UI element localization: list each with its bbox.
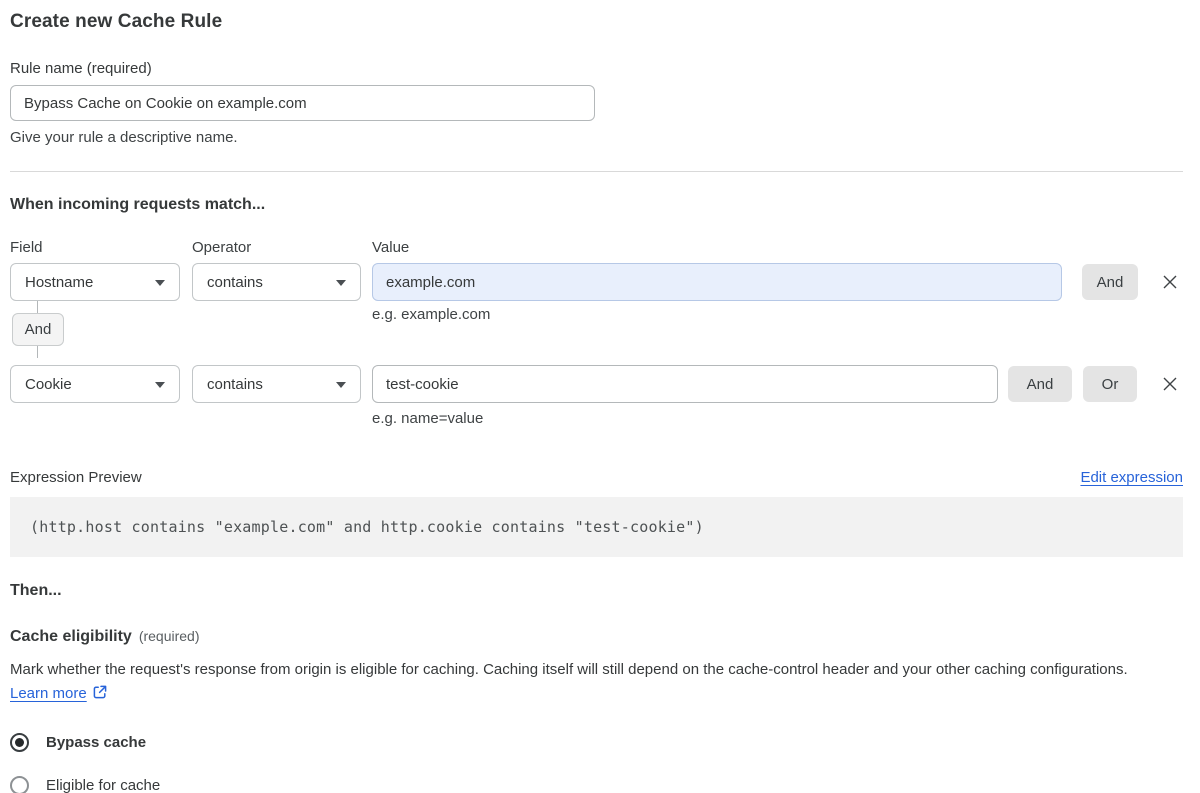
radio-option-bypass-cache[interactable]: Bypass cache xyxy=(10,733,1183,752)
value-input[interactable] xyxy=(372,365,998,403)
expression-preview-label: Expression Preview xyxy=(10,469,142,486)
chevron-down-icon xyxy=(155,382,165,388)
and-connector-button[interactable]: And xyxy=(12,313,64,346)
chevron-down-icon xyxy=(336,280,346,286)
create-cache-rule-page: Create new Cache Rule Rule name (require… xyxy=(0,0,1200,793)
value-helper: e.g. example.com xyxy=(372,306,491,323)
connector-line xyxy=(37,301,38,313)
cache-eligibility-heading: Cache eligibility (required) xyxy=(10,628,1183,646)
match-heading: When incoming requests match... xyxy=(10,196,266,213)
or-button[interactable]: Or xyxy=(1083,366,1137,402)
connector-zone: And e.g. example.com xyxy=(10,301,1183,358)
operator-select-value: contains xyxy=(207,273,263,291)
external-link-icon xyxy=(92,684,108,708)
radio-label: Bypass cache xyxy=(46,734,147,751)
and-button[interactable]: And xyxy=(1082,264,1138,300)
learn-more-link[interactable]: Learn more xyxy=(10,685,87,702)
cache-eligibility-title: Cache eligibility xyxy=(10,628,132,645)
rule-name-input[interactable] xyxy=(10,85,595,121)
radio-button-unselected-icon[interactable] xyxy=(10,776,29,793)
connector-line xyxy=(37,346,38,358)
expression-preview-code: (http.host contains "example.com" and ht… xyxy=(10,497,1183,557)
expression-preview-header: Expression Preview Edit expression xyxy=(10,469,1183,486)
operator-select-value: contains xyxy=(207,375,263,393)
radio-option-eligible-for-cache[interactable]: Eligible for cache xyxy=(10,776,1183,793)
field-select[interactable]: Hostname xyxy=(10,263,180,301)
field-select[interactable]: Cookie xyxy=(10,365,180,403)
edit-expression-link[interactable]: Edit expression xyxy=(1080,469,1183,486)
condition-row: Hostname contains And xyxy=(10,263,1183,301)
value-input[interactable] xyxy=(372,263,1062,301)
operator-select[interactable]: contains xyxy=(192,365,361,403)
chevron-down-icon xyxy=(155,280,165,286)
radio-label: Eligible for cache xyxy=(46,777,161,793)
field-column-label: Field xyxy=(10,239,43,256)
remove-condition-button[interactable] xyxy=(1159,373,1181,395)
field-select-value: Hostname xyxy=(25,273,94,291)
close-icon xyxy=(1163,275,1177,289)
then-heading: Then... xyxy=(10,582,62,599)
close-icon xyxy=(1163,377,1177,391)
radio-button-selected-icon[interactable] xyxy=(10,733,29,752)
chevron-down-icon xyxy=(336,382,346,388)
cache-eligibility-description: Mark whether the request's response from… xyxy=(10,658,1170,708)
rule-name-helper: Give your rule a descriptive name. xyxy=(10,129,238,146)
condition-column-labels: Field Operator Value xyxy=(10,239,1183,256)
operator-column-label: Operator xyxy=(192,239,252,256)
value-helper: e.g. name=value xyxy=(372,410,484,427)
value-column-label: Value xyxy=(372,239,410,256)
section-divider xyxy=(10,171,1183,172)
condition-row: Cookie contains And Or xyxy=(10,365,1183,403)
required-note: (required) xyxy=(138,628,200,644)
remove-condition-button[interactable] xyxy=(1159,271,1181,293)
and-button[interactable]: And xyxy=(1008,366,1072,402)
rule-name-label: Rule name (required) xyxy=(10,60,152,77)
page-title: Create new Cache Rule xyxy=(10,11,223,32)
field-select-value: Cookie xyxy=(25,375,72,393)
operator-select[interactable]: contains xyxy=(192,263,361,301)
